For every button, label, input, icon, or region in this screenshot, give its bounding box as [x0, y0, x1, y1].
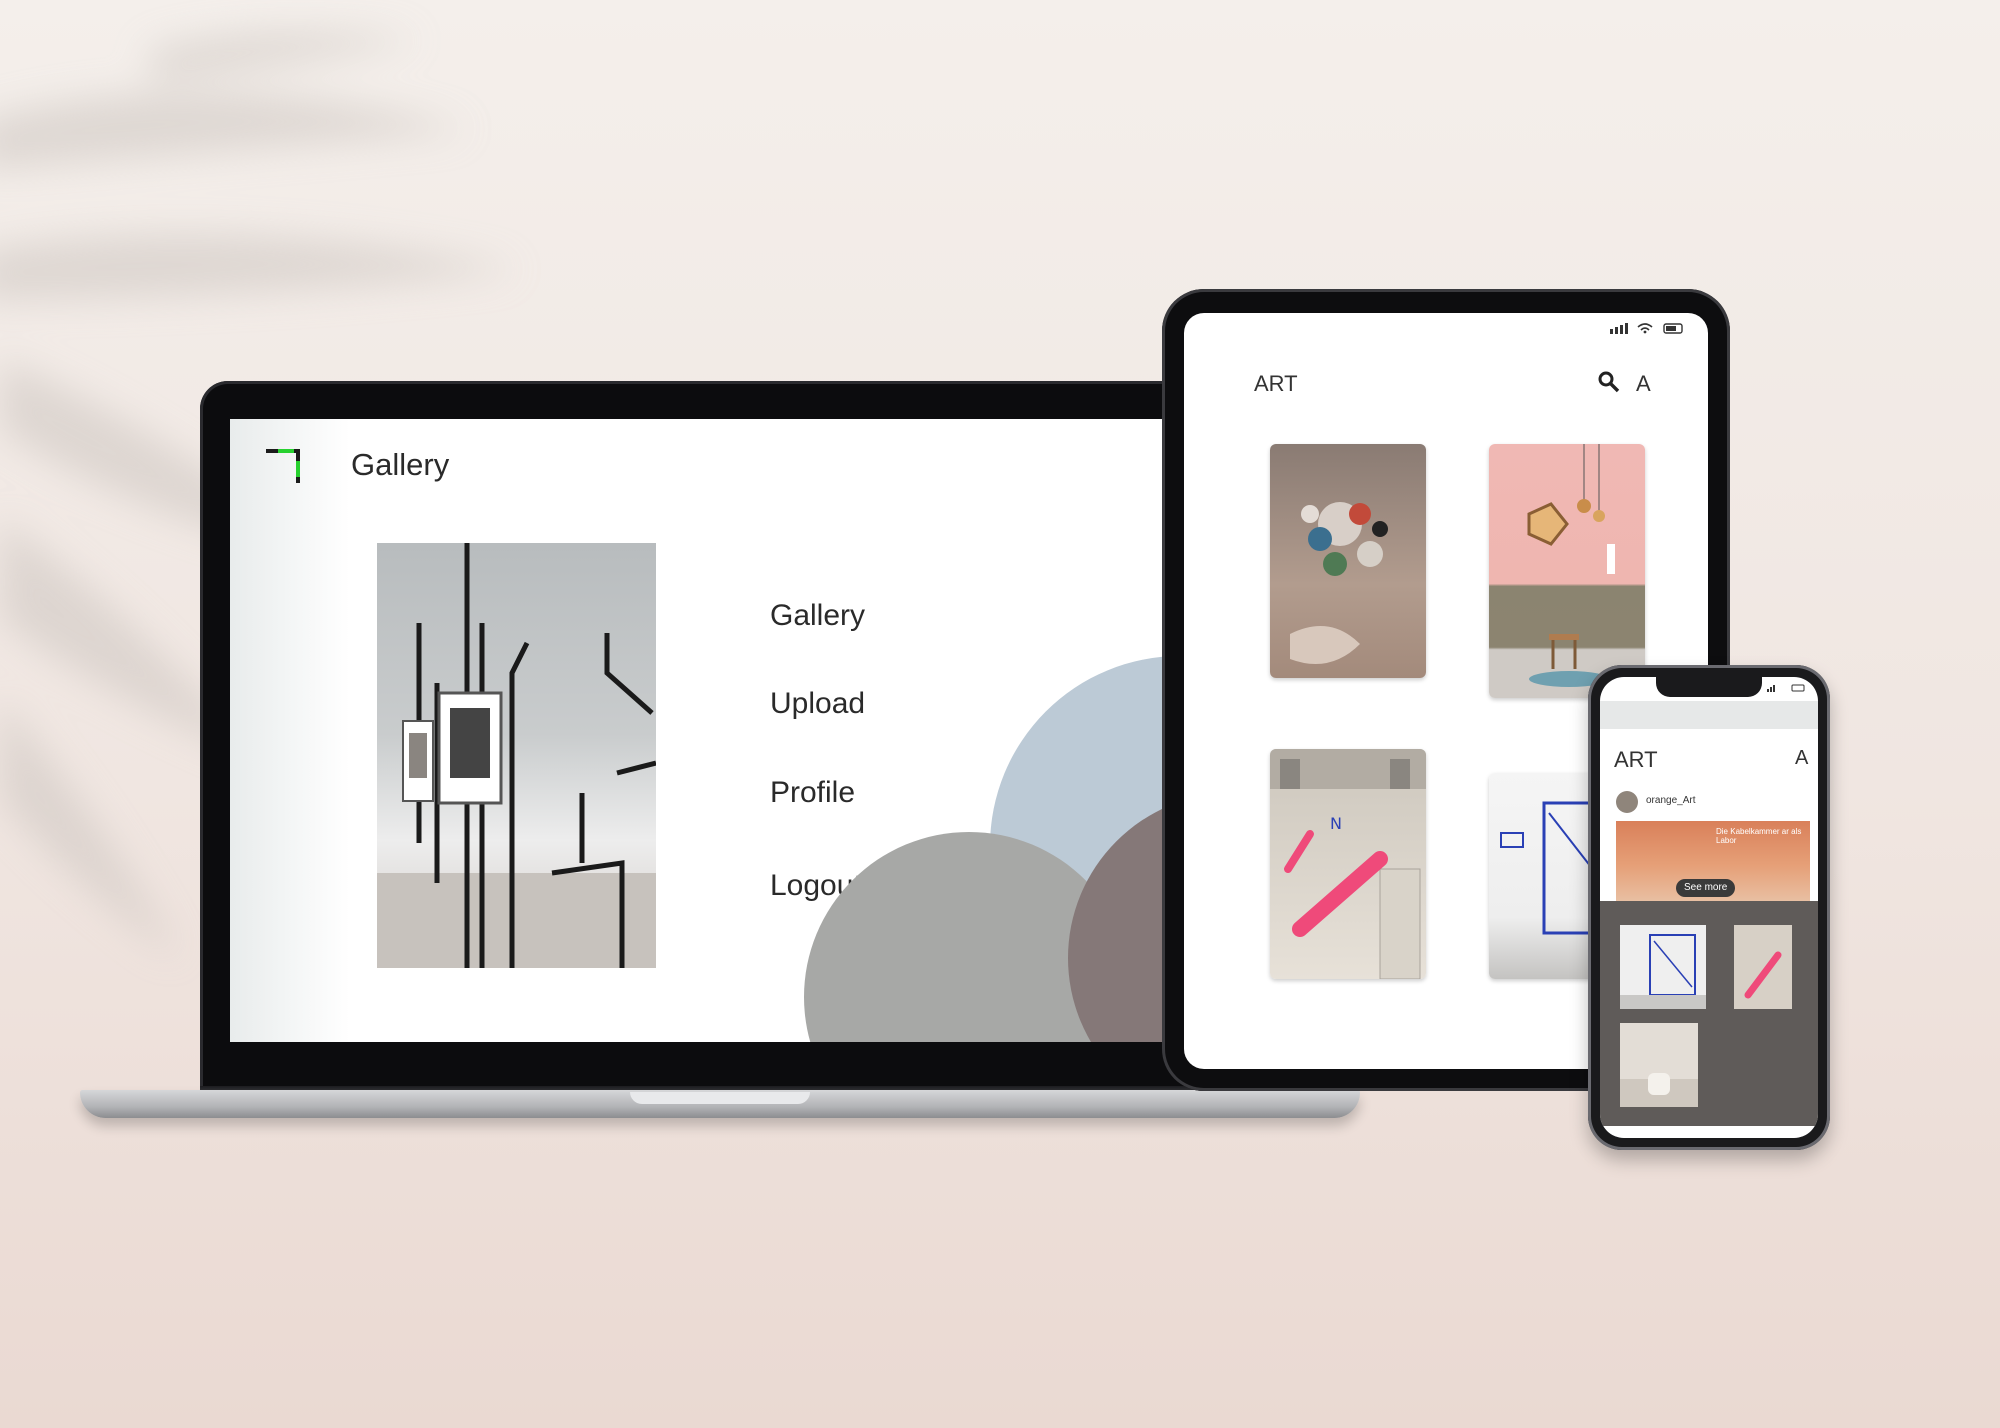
menu-item-gallery[interactable]: Gallery — [770, 599, 865, 633]
screen-glare — [230, 419, 350, 1042]
thumbnail-image[interactable] — [1734, 925, 1792, 1009]
post-caption: Die Kabelkammer ar als Labor — [1716, 827, 1802, 845]
laptop-notch — [630, 1092, 810, 1104]
phone-notch — [1656, 677, 1762, 697]
featured-artwork-image[interactable] — [377, 543, 656, 968]
tablet-profile-avatar[interactable]: A — [1636, 371, 1651, 397]
street-mural-artwork: N — [1270, 749, 1426, 979]
menu-item-profile[interactable]: Profile — [770, 776, 855, 810]
status-bar-icons — [1610, 323, 1683, 334]
artwork-thumbnail[interactable]: N — [1270, 749, 1426, 979]
menu-item-upload[interactable]: Upload — [770, 687, 865, 721]
artwork-thumbnail[interactable] — [1270, 444, 1426, 678]
phone-profile-avatar[interactable]: A — [1795, 747, 1808, 770]
thumbnail-image[interactable] — [1620, 1023, 1698, 1107]
laptop-device: Gallery Gallery Upload Profile Logout — [200, 381, 1252, 1090]
phone-top-bar — [1600, 701, 1818, 729]
see-more-button[interactable]: See more — [1676, 879, 1736, 897]
phone-screen: ART A orange_Art Die Kabelkammer ar als … — [1600, 677, 1818, 1138]
blue-line-thumbnail — [1620, 934, 1706, 1009]
puzzle-wall-artwork — [1290, 502, 1388, 664]
page-title: Gallery — [351, 447, 450, 482]
more-images-sheet — [1600, 901, 1818, 1126]
pink-room-artwork — [1527, 444, 1615, 687]
thumbnail-image[interactable] — [1620, 925, 1706, 1009]
tablet-app-title: ART — [1254, 371, 1298, 396]
phone-app-title: ART — [1614, 747, 1658, 772]
search-icon[interactable] — [1598, 371, 1620, 393]
laptop-screen: Gallery Gallery Upload Profile Logout — [230, 419, 1224, 1042]
room-thumbnail — [1620, 1073, 1698, 1107]
svg-text:N: N — [1330, 814, 1342, 833]
phone-device: ART A orange_Art Die Kabelkammer ar als … — [1588, 665, 1830, 1150]
post-username[interactable]: orange_Art — [1646, 795, 1695, 806]
street-mural-thumbnail — [1744, 951, 1782, 999]
app-logo-icon[interactable] — [264, 447, 304, 487]
post-image[interactable]: Die Kabelkammer ar als Labor — [1616, 821, 1810, 911]
gallery-installation-photo — [377, 543, 656, 968]
status-bar-icons — [1767, 684, 1805, 692]
artwork-thumbnail[interactable] — [1489, 444, 1645, 698]
avatar[interactable] — [1616, 791, 1638, 813]
